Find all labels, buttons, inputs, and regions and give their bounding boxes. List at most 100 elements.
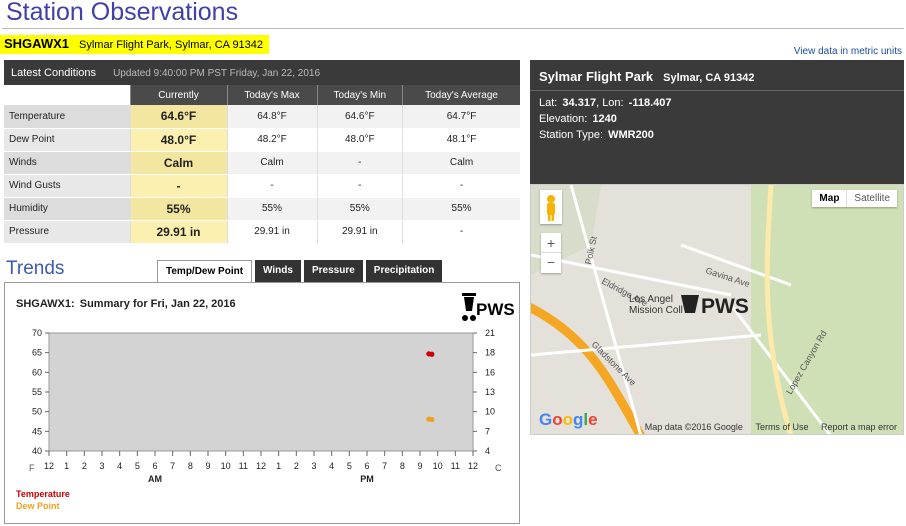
avg-value: 55% xyxy=(402,197,520,221)
row-label: Pressure xyxy=(4,220,130,244)
type-label: Station Type: xyxy=(539,129,604,141)
conditions-row: Dew Point 48.0°F 48.2°F 48.0°F 48.1°F xyxy=(4,128,520,152)
station-map[interactable]: Gavina Ave Eldridge Ave Los Angel Missio… xyxy=(530,184,904,435)
y-right-tick: 4 xyxy=(485,446,490,456)
avg-value: - xyxy=(402,220,520,244)
avg-value: 64.7°F xyxy=(402,105,520,129)
page-title: Station Observations xyxy=(6,0,239,26)
info-station-type: Station Type: WMR200 xyxy=(539,129,654,141)
legend-temperature: Temperature xyxy=(16,489,70,499)
station-id: SHGAWX1 xyxy=(4,36,70,51)
report-error-link[interactable]: Report a map error xyxy=(821,422,897,432)
zoom-out-icon[interactable]: − xyxy=(541,253,561,273)
station-location: Sylmar Flight Park, Sylmar, CA 91342 xyxy=(79,39,264,51)
current-value: 48.0°F xyxy=(129,128,227,152)
lon-value: -118.407 xyxy=(628,97,672,109)
col-avg: Today's Average xyxy=(402,85,520,105)
left-axis-unit: F xyxy=(29,463,35,473)
x-tick: 8 xyxy=(400,461,405,471)
map-button[interactable]: Map xyxy=(812,190,846,207)
conditions-row: Pressure 29.91 in 29.91 in 29.91 in - xyxy=(4,220,520,244)
map-canvas[interactable]: Gavina Ave Eldridge Ave Los Angel Missio… xyxy=(531,185,904,435)
blank-header xyxy=(4,85,130,105)
map-attribution: Map data ©2016 Google Terms of Use Repor… xyxy=(635,422,897,432)
conditions-row: Temperature 64.6°F 64.8°F 64.6°F 64.7°F xyxy=(4,105,520,129)
min-value: - xyxy=(316,151,403,175)
current-value: Calm xyxy=(129,151,227,175)
max-value: 29.91 in xyxy=(226,220,317,244)
zoom-in-icon[interactable]: + xyxy=(541,233,561,253)
max-value: 55% xyxy=(226,197,317,221)
elev-label: Elevation: xyxy=(539,113,588,125)
max-value: - xyxy=(226,174,317,198)
avg-value: 48.1°F xyxy=(402,128,520,152)
row-label: Humidity xyxy=(4,197,130,221)
y-left-tick: 55 xyxy=(32,387,42,397)
x-tick: 6 xyxy=(152,461,157,471)
conditions-row: Humidity 55% 55% 55% 55% xyxy=(4,197,520,221)
x-tick: 7 xyxy=(170,461,175,471)
x-period-pm: PM xyxy=(360,474,374,484)
tab-precipitation[interactable]: Precipitation xyxy=(365,260,443,282)
y-right-tick: 13 xyxy=(485,387,495,397)
x-tick: 10 xyxy=(221,461,231,471)
current-value: - xyxy=(129,174,227,198)
info-station-name: Sylmar Flight Park Sylmar, CA 91342 xyxy=(539,69,754,84)
x-tick: 2 xyxy=(82,461,87,471)
info-name: Sylmar Flight Park xyxy=(539,69,654,84)
min-value: 29.91 in xyxy=(316,220,403,244)
latest-conditions: Latest Conditions Updated 9:40:00 PM PST… xyxy=(4,60,520,244)
y-left-tick: 45 xyxy=(32,426,42,436)
avg-value: Calm xyxy=(402,151,520,175)
map-pws-text: PWS xyxy=(701,295,749,318)
trends-chart: SHGAWX1: Summary for Fri, Jan 22, 2016 P… xyxy=(4,282,520,524)
x-tick: 11 xyxy=(451,461,460,471)
min-value: 48.0°F xyxy=(316,128,403,152)
x-tick: 9 xyxy=(205,461,210,471)
x-tick: 4 xyxy=(329,461,334,471)
current-value: 29.91 in xyxy=(129,220,227,244)
x-tick: 3 xyxy=(311,461,316,471)
satellite-button[interactable]: Satellite xyxy=(846,190,897,207)
x-tick: 9 xyxy=(417,461,422,471)
conditions-table: Currently Today's Max Today's Min Today'… xyxy=(4,85,520,244)
x-tick: 1 xyxy=(64,461,69,471)
google-logo: Google xyxy=(539,410,598,429)
lat-value: 34.317 xyxy=(562,97,597,109)
elev-value: 1240 xyxy=(592,113,617,125)
map-type-control: Map Satellite xyxy=(812,190,897,207)
conditions-row: Winds Calm Calm - Calm xyxy=(4,151,520,175)
latest-conditions-title: Latest Conditions xyxy=(11,67,96,79)
row-label: Dew Point xyxy=(4,128,130,152)
data-point-dew-point xyxy=(429,416,435,423)
row-label: Wind Gusts xyxy=(4,174,130,198)
tab-winds[interactable]: Winds xyxy=(255,260,301,282)
chart-svg: 4045505560657047101316182112 1 2 3 4 5 6 7 8 9 10 1… xyxy=(16,328,502,511)
x-period-am: AM xyxy=(148,474,162,484)
terms-link[interactable]: Terms of Use xyxy=(755,422,808,432)
x-tick: 4 xyxy=(117,461,122,471)
info-latlon: Lat: 34.317, Lon: -118.407 xyxy=(539,97,672,109)
min-value: 64.6°F xyxy=(316,105,403,129)
tab-pressure[interactable]: Pressure xyxy=(303,260,363,282)
station-info-panel: Sylmar Flight Park Sylmar, CA 91342 Lat: … xyxy=(530,60,904,184)
row-label: Temperature xyxy=(4,105,130,129)
max-value: Calm xyxy=(226,151,317,175)
metric-units-link[interactable]: View data in metric units xyxy=(794,46,902,57)
y-right-tick: 16 xyxy=(485,367,495,377)
x-tick: 11 xyxy=(239,461,248,471)
trends-title: Trends xyxy=(6,258,65,279)
row-label: Winds xyxy=(4,151,130,175)
x-tick: 7 xyxy=(382,461,387,471)
min-value: - xyxy=(316,174,403,198)
tab-temp-dew-point[interactable]: Temp/Dew Point xyxy=(157,260,253,282)
current-value: 64.6°F xyxy=(129,105,227,129)
map-label-la: Los Angel xyxy=(629,294,673,305)
trends-tabs: Temp/Dew Point Winds Pressure Precipitat… xyxy=(157,260,443,282)
y-left-tick: 70 xyxy=(32,328,42,338)
pegman-icon[interactable] xyxy=(540,190,562,224)
max-value: 64.8°F xyxy=(226,105,317,129)
col-min: Today's Min xyxy=(316,85,403,105)
x-tick: 3 xyxy=(99,461,104,471)
y-right-tick: 10 xyxy=(485,407,495,417)
